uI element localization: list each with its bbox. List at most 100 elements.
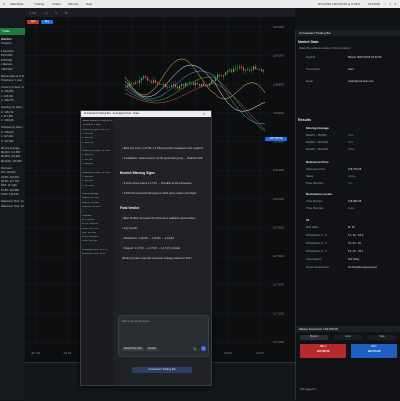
time-axis-label: Jul 01: [63, 351, 71, 355]
maximize-icon[interactable]: □: [389, 2, 391, 6]
left-list-item[interactable]: L: 117,420: [1, 135, 24, 139]
candle-body: [163, 83, 165, 85]
order-tab-limit[interactable]: Limit: [334, 335, 362, 340]
left-list-item[interactable]: H: 118,720: [1, 111, 24, 115]
sell-button[interactable]: SELL 118,705.08: [300, 344, 346, 358]
close-icon[interactable]: ✕: [394, 2, 397, 6]
order-panel-header: Market Execution 118,705.08: [296, 326, 400, 332]
buy-button[interactable]: BUY 118,715.08: [351, 344, 397, 358]
minimize-icon[interactable]: –: [384, 2, 386, 6]
search-button[interactable]: Search: [146, 347, 158, 351]
left-list-item[interactable]: 23.6%: 118,210: [1, 176, 24, 180]
order-tab-stop[interactable]: Stop: [368, 335, 396, 340]
settings-icon[interactable]: ⚙: [65, 11, 68, 15]
left-list-item[interactable]: ▾ Markets: [1, 63, 24, 67]
right-panel-header: AI Assistant Trading Bot: [296, 30, 400, 36]
left-list-item[interactable]: Previous (1) Open: 117,990: [1, 106, 24, 110]
sl-value: T3: 45 ‑ 78.1: [348, 250, 364, 253]
ai-sidebar-line: 38.2%: 117,700: [82, 227, 98, 230]
left-list-item[interactable]: ▾ Favorites: [1, 50, 24, 54]
sell-button-label: SELL: [319, 345, 327, 348]
sl-value: M: 50: [348, 226, 355, 229]
menu-window[interactable]: Window: [68, 2, 79, 6]
res-label: Price Direction: [306, 207, 324, 210]
res-value: 118,966.58: [348, 200, 362, 203]
ai-sidebar-line: Timeframe: 1 hour: [82, 124, 101, 127]
ai-sidebar-line: 23.6%: 118,210: [82, 223, 98, 226]
left-list-item[interactable]: MA(20): 117,845: [1, 151, 24, 155]
menu-charts[interactable]: Charts: [52, 2, 61, 6]
menu-trading[interactable]: Trading: [34, 2, 44, 6]
sell-quick-button[interactable]: Sell: [27, 20, 39, 24]
left-list-item[interactable]: 38.2%: 117,700: [1, 180, 24, 184]
left-list-item[interactable]: Fibonacci: [1, 167, 24, 171]
market-desc: Paste the analysis results of the Al ana…: [299, 47, 351, 50]
deepthink-button[interactable]: DeepThink (R1): [122, 347, 144, 351]
left-list-item[interactable]: Reference Price: 118,705: [1, 200, 24, 204]
candle-body: [255, 66, 257, 69]
left-list-item[interactable]: 0%: 119,040: [1, 171, 24, 175]
left-list-item[interactable]: Current (1) Open: 118,705: [1, 86, 24, 90]
buy-quick-button[interactable]: Buy: [41, 20, 53, 24]
title-bar: ● Watchlists Trading Charts Window Help …: [0, 0, 400, 8]
order-title: Market Execution 118,705.08: [299, 327, 338, 331]
menu-help[interactable]: Help: [86, 2, 92, 6]
left-list-item[interactable]: L: 118,100: [1, 95, 24, 99]
menu-watchlists[interactable]: Watchlists: [10, 2, 24, 6]
left-list-item[interactable]: C: 118,705: [1, 99, 24, 103]
left-list-item[interactable]: ETH/USD: [1, 59, 24, 63]
sl-label: Risk Value: [306, 226, 319, 229]
sl-value: T1: 39 ‑ 18.9: [348, 234, 364, 237]
left-list-item[interactable]: Previous (2) Open: 117,500: [1, 126, 24, 130]
candle-body: [207, 85, 209, 87]
ai-sidebar-line: MA(20): 117,845: [82, 197, 99, 200]
draw-icon[interactable]: ✎: [55, 11, 58, 15]
ai-sidebar-line: Previous (2) Open: 117,500: [82, 171, 111, 174]
left-list-item[interactable]: Timeframe: 1 hour: [1, 79, 24, 83]
ai-heading: Bearish Warning Signs: [120, 171, 155, 175]
ai-bot-button[interactable]: AI Assistant Trading Bot: [132, 367, 192, 373]
ma-label: MA(20) > MA(50): [306, 134, 327, 137]
order-tab-market[interactable]: Market: [300, 335, 328, 340]
left-list-item[interactable]: 61.8%: 116,880: [1, 189, 24, 193]
ai-paragraph: • Invalidation: Close below 1,17,00 (pos…: [122, 157, 204, 160]
tab-positions[interactable]: Positions: [1, 42, 24, 46]
left-list-item[interactable]: MA(50): 116,920: [1, 155, 24, 159]
candle-body: [247, 69, 249, 71]
left-list-item[interactable]: Reference Time: 16:00: [1, 205, 24, 209]
candle-body: [143, 76, 145, 79]
chat-input-placeholder[interactable]: Message DeepSeek: [122, 319, 149, 323]
market-label: Email: [306, 80, 313, 83]
ma-heading: Moving Average: [306, 126, 329, 130]
ref-label: Price Direction: [306, 182, 324, 185]
left-list-item[interactable]: 50%: 117,290: [1, 184, 24, 188]
ai-sidebar-line: H: 118,100: [82, 175, 94, 178]
left-list-item[interactable]: C: 117,990: [1, 140, 24, 144]
left-list-item[interactable]: 100%: 115,540: [1, 193, 24, 197]
trade-header[interactable]: Trade: [0, 28, 25, 35]
left-list-item[interactable]: Market data as of 09:00: [1, 75, 24, 79]
left-list-item[interactable]: XRP/USD: [1, 68, 24, 72]
ai-sidebar: Market data as of Today at 16:00 UTC Time…: [81, 117, 115, 385]
left-list-item[interactable]: Moving Average: [1, 147, 24, 151]
attach-icon[interactable]: 📎: [193, 347, 197, 351]
candle-body: [173, 84, 175, 86]
chat-input-box[interactable]: Message DeepSeek DeepThink (R1) Search 📎: [118, 315, 209, 357]
ma-label: MA(20) > MA(100): [306, 148, 329, 151]
candle-body: [145, 76, 147, 78]
send-icon[interactable]: [201, 346, 206, 351]
ai-close-icon[interactable]: ✕: [203, 112, 206, 116]
left-list-item[interactable]: H: 118,950: [1, 90, 24, 94]
indicator-icon[interactable]: ƒx: [45, 11, 48, 15]
left-list-item[interactable]: BTC/USD: [1, 54, 24, 58]
ai-sidebar-line: Moving Average: [82, 193, 99, 196]
candle-body: [193, 82, 195, 86]
ref-label: Status: [306, 175, 314, 178]
candle-body: [229, 69, 231, 71]
timeframe-icon[interactable]: ⏱ 1H: [29, 11, 36, 15]
left-list-item[interactable]: H: 118,100: [1, 131, 24, 135]
left-list-item[interactable]: L: 117,850: [1, 115, 24, 119]
candle-body: [253, 66, 255, 70]
left-list-item[interactable]: C: 118,640: [1, 119, 24, 123]
left-list-item[interactable]: MA(100): 115,480: [1, 160, 24, 164]
